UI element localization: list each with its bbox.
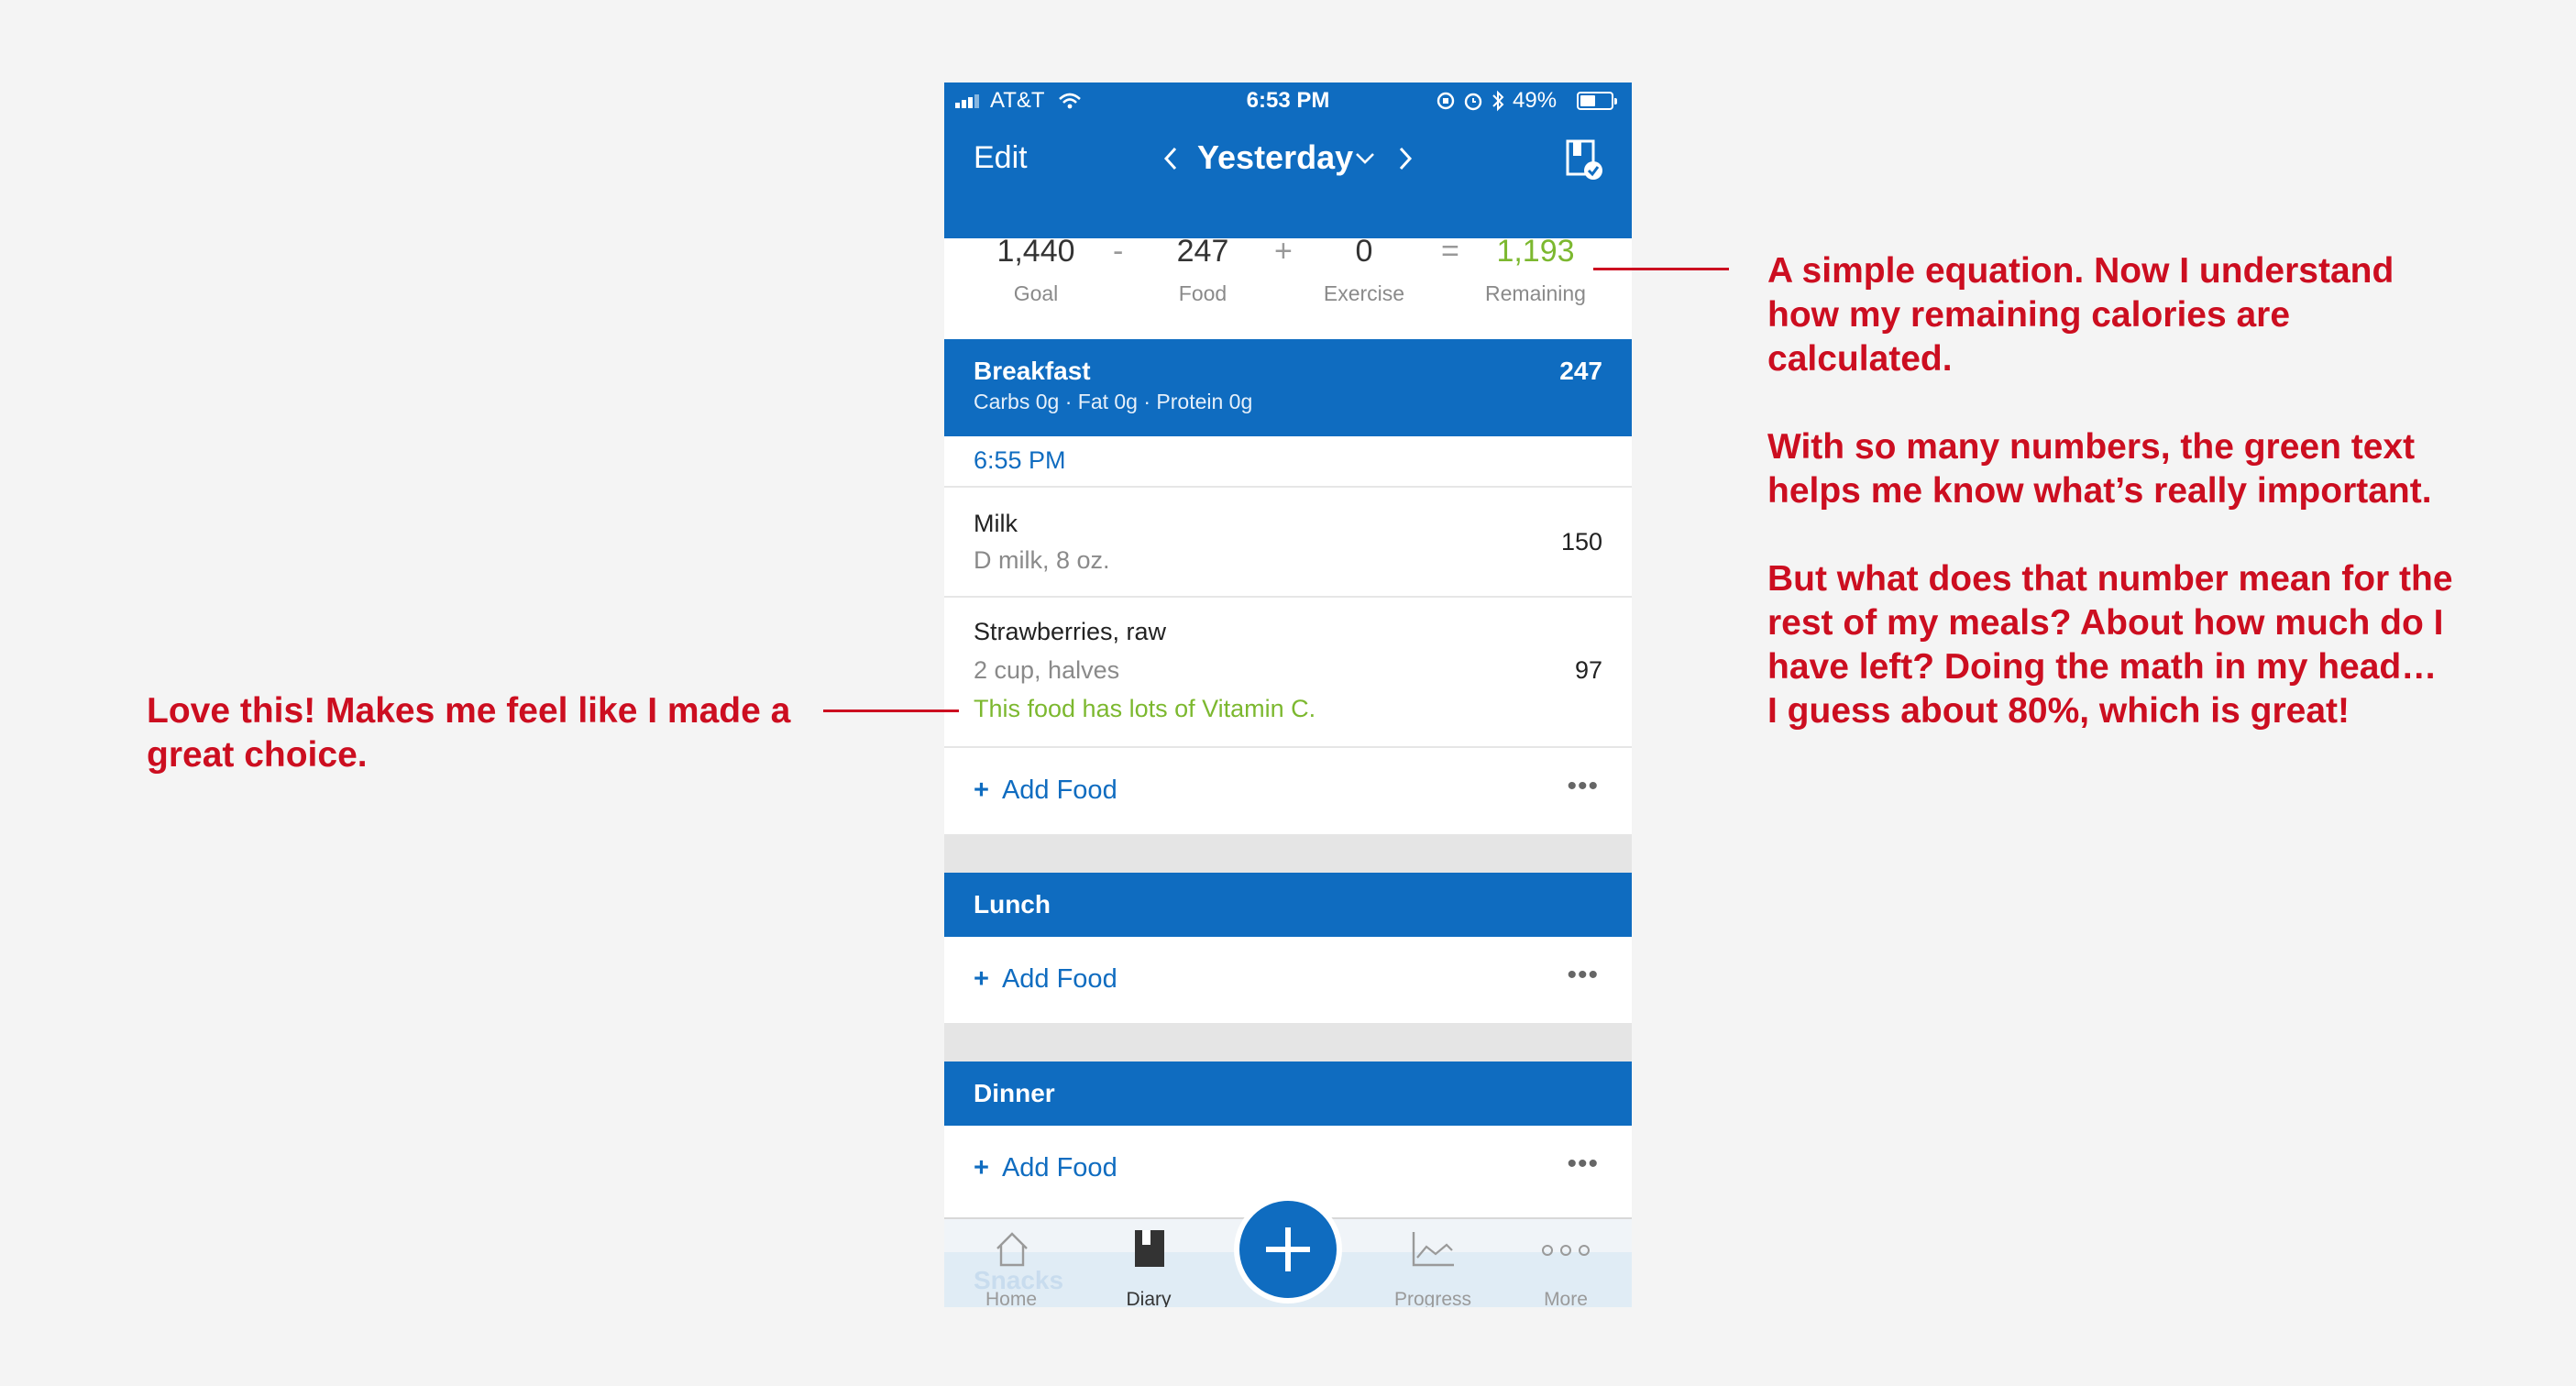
remaining-label: Remaining (1485, 281, 1586, 305)
add-food-button[interactable]: + Add Food (974, 1151, 1117, 1184)
annotation-text: A simple equation. Now I understand (1767, 251, 2394, 291)
plus-icon: + (974, 776, 989, 805)
equals-operator: = (1441, 234, 1459, 269)
goal-value: 1,440 (996, 234, 1075, 269)
lunch-add-food-row: + Add Food ••• (944, 937, 1632, 1023)
annotation-question: But what does that number mean for the r… (1767, 557, 2556, 733)
food-entry-strawberries[interactable]: Strawberries, raw 2 cup, halves This foo… (944, 598, 1632, 744)
exercise-label: Exercise (1323, 281, 1405, 305)
lunch-header[interactable]: Lunch (944, 873, 1632, 937)
tab-diary-label: Diary (1126, 1289, 1172, 1307)
annotation-text: calculated. (1767, 339, 1953, 379)
food-calories: 150 (1560, 528, 1602, 556)
lunch-title: Lunch (974, 890, 1051, 918)
minus-operator: - (1113, 234, 1124, 269)
breakfast-calories: 247 (1559, 357, 1602, 385)
annotation-text: With so many numbers, the green text (1767, 427, 2416, 467)
date-title-label: Yesterday (1197, 138, 1354, 176)
more-options-icon[interactable]: ••• (1567, 959, 1599, 992)
section-gap (944, 834, 1632, 873)
remaining-value: 1,193 (1496, 234, 1575, 269)
battery-icon (1577, 92, 1617, 110)
phone-screen: AT&T 6:53 PM 49% Edit Yesterday 1,440 Go… (944, 82, 1632, 1307)
food-label: Food (1178, 281, 1227, 305)
signal-bar (968, 97, 973, 108)
add-food-button[interactable]: + Add Food (974, 962, 1117, 996)
diary-icon (1135, 1230, 1164, 1267)
breakfast-macros: Carbs 0g · Fat 0g · Protein 0g (974, 390, 1253, 413)
food-detail: 2 cup, halves (974, 656, 1120, 684)
add-food-button[interactable]: + Add Food (974, 774, 1117, 807)
annotation-leader-line (1593, 268, 1729, 270)
chevron-down-icon[interactable] (1355, 152, 1375, 165)
chevron-right-icon[interactable] (1397, 145, 1414, 172)
section-gap (944, 1023, 1632, 1062)
signal-bar (974, 94, 979, 108)
add-food-label: Add Food (1001, 776, 1117, 805)
dinner-title: Dinner (974, 1079, 1055, 1107)
more-options-icon[interactable]: ••• (1567, 770, 1599, 803)
more-dots-icon (1542, 1245, 1590, 1256)
breakfast-title: Breakfast (974, 357, 1091, 385)
rotation-lock-icon (1437, 92, 1455, 110)
goal-label: Goal (1013, 281, 1059, 305)
clock: 6:53 PM (1246, 88, 1330, 113)
battery-percent: 49% (1513, 88, 1558, 113)
add-entry-fab[interactable] (1239, 1201, 1337, 1298)
annotation-text: But what does that number mean for the (1767, 559, 2453, 599)
signal-bar (962, 100, 966, 108)
meal-time: 6:55 PM (974, 446, 1066, 474)
wifi-icon (1059, 93, 1081, 109)
annotation-text: I guess about 80%, which is great! (1767, 691, 2350, 731)
food-value: 247 (1176, 234, 1229, 269)
food-detail: D milk, 8 oz. (974, 546, 1110, 574)
food-name: Milk (974, 510, 1018, 537)
annotation-equation: A simple equation. Now I understand how … (1767, 249, 2556, 381)
edit-button[interactable]: Edit (974, 139, 1028, 176)
annotation-text: Love this! Makes me feel like I made a (147, 691, 791, 731)
more-options-icon[interactable]: ••• (1567, 1148, 1599, 1181)
food-calories: 97 (1574, 656, 1602, 684)
annotation-text: how my remaining calories are (1767, 295, 2291, 335)
nutrition-tip: This food has lots of Vitamin C. (974, 695, 1316, 722)
tab-more-label: More (1544, 1289, 1588, 1307)
breakfast-add-food-row: + Add Food ••• (944, 748, 1632, 834)
alarm-icon (1464, 93, 1482, 111)
tab-home-label: Home (985, 1289, 1038, 1307)
date-title[interactable]: Yesterday (1197, 138, 1381, 178)
exercise-value: 0 (1355, 234, 1373, 269)
annotation-text: rest of my meals? About how much do I (1767, 603, 2444, 643)
home-icon (996, 1232, 1028, 1267)
diary-check-icon[interactable] (1564, 139, 1604, 182)
annotation-vitamin: Love this! Makes me feel like I made a g… (147, 689, 807, 777)
chevron-left-icon[interactable] (1162, 145, 1179, 172)
tab-progress-label: Progress (1393, 1289, 1472, 1307)
food-name: Strawberries, raw (974, 618, 1167, 645)
signal-bar (955, 103, 960, 108)
plus-icon: + (974, 964, 989, 994)
breakfast-header[interactable]: Breakfast 247 Carbs 0g · Fat 0g · Protei… (944, 339, 1632, 436)
annotation-text: have left? Doing the math in my head… (1767, 647, 2438, 687)
food-entry-milk[interactable]: Milk D milk, 8 oz. 150 (944, 488, 1632, 596)
add-food-label: Add Food (1001, 1153, 1117, 1182)
add-food-label: Add Food (1001, 964, 1117, 994)
annotation-text: great choice. (147, 735, 368, 775)
plus-icon: + (974, 1153, 989, 1182)
annotation-green-text: With so many numbers, the green text hel… (1767, 425, 2556, 513)
status-bar: AT&T 6:53 PM 49% (944, 82, 1632, 119)
annotation-text: helps me know what’s really important. (1767, 471, 2432, 511)
dinner-add-food-row: + Add Food ••• (944, 1126, 1632, 1212)
dinner-header[interactable]: Dinner (944, 1062, 1632, 1126)
plus-operator: + (1274, 234, 1293, 269)
progress-chart-icon (1412, 1232, 1454, 1267)
annotation-leader-line (823, 710, 959, 712)
carrier-label: AT&T (990, 88, 1045, 113)
bluetooth-icon (1492, 90, 1504, 112)
